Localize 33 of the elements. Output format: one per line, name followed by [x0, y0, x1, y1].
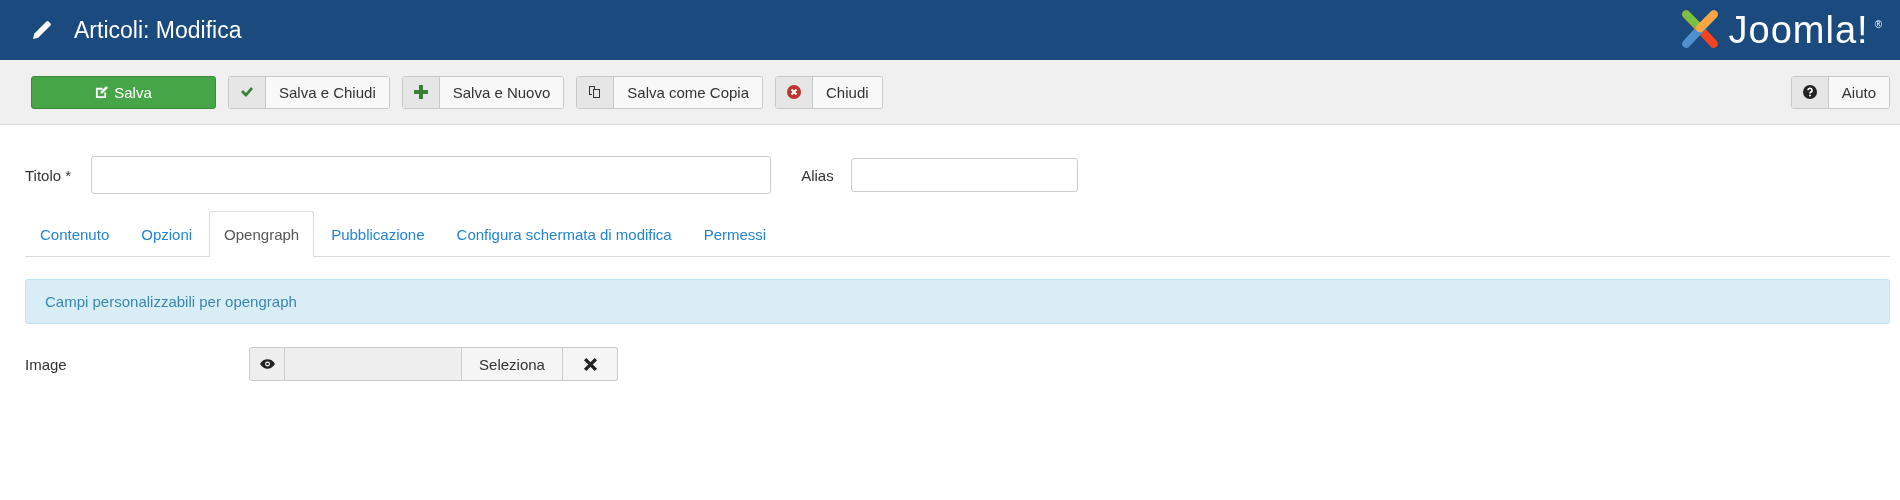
- tab[interactable]: Permessi: [688, 211, 782, 256]
- edit-icon: [95, 85, 109, 99]
- image-label: Image: [25, 355, 68, 373]
- eye-icon: [259, 359, 275, 369]
- page-title: Articoli: Modifica: [74, 16, 242, 44]
- tab[interactable]: Contenuto: [25, 211, 125, 256]
- save-copy-button[interactable]: Salva come Copia: [576, 75, 764, 109]
- alias-label: Alias: [801, 166, 834, 184]
- plus-icon: [413, 85, 428, 99]
- preview-button[interactable]: [249, 347, 285, 381]
- tab[interactable]: Pubblicazione: [316, 211, 440, 256]
- tab[interactable]: Opengraph: [209, 211, 315, 257]
- tab[interactable]: Opzioni: [126, 211, 208, 256]
- close-button[interactable]: Chiudi: [775, 75, 883, 109]
- info-message: Campi personalizzabili per opengraph: [25, 279, 1890, 324]
- title-input[interactable]: [91, 156, 772, 194]
- registered-mark: ®: [1874, 19, 1882, 30]
- clear-button[interactable]: [563, 347, 618, 381]
- check-icon: [240, 85, 254, 99]
- save-close-button[interactable]: Salva e Chiudi: [228, 75, 390, 109]
- title-label: Titolo *: [25, 166, 72, 184]
- select-button[interactable]: Seleziona: [462, 347, 563, 381]
- help-icon: [1802, 85, 1817, 99]
- tab[interactable]: Configura schermata di modifica: [441, 211, 687, 256]
- close-icon: [787, 85, 802, 99]
- image-path-field[interactable]: [285, 347, 462, 381]
- pencil-icon: [30, 18, 54, 42]
- logo-text: Joomla!: [1728, 8, 1869, 52]
- close-icon: [582, 356, 598, 372]
- copy-icon: [588, 85, 603, 99]
- help-button[interactable]: Aiuto: [1790, 75, 1890, 109]
- save-new-button[interactable]: Salva e Nuovo: [401, 75, 565, 109]
- alias-input[interactable]: [850, 158, 1078, 192]
